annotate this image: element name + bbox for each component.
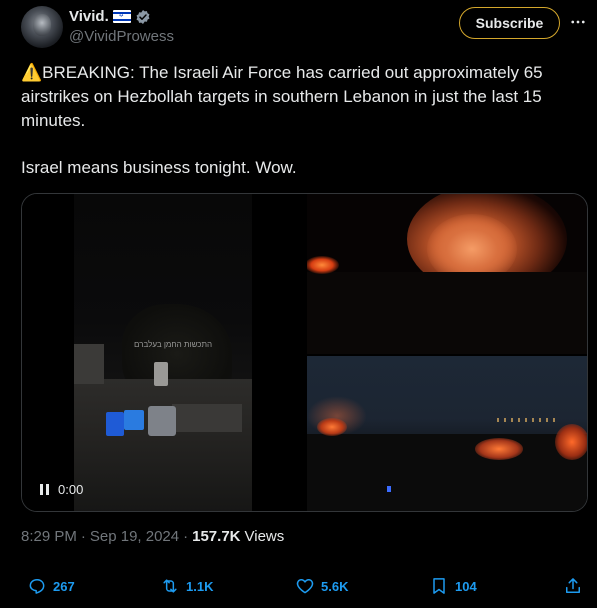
verified-badge-icon bbox=[136, 9, 150, 24]
reply-icon bbox=[29, 579, 45, 594]
repost-count: 1.1K bbox=[186, 578, 214, 594]
tweet-meta: 8:29 PM · Sep 19, 2024 · 157.7K Views bbox=[21, 528, 284, 545]
avatar[interactable] bbox=[21, 6, 63, 48]
video-top-right[interactable] bbox=[307, 194, 587, 354]
tweet-text-line1: ⚠️BREAKING: The Israeli Air Force has ca… bbox=[21, 63, 543, 130]
bookmark-icon bbox=[433, 578, 445, 594]
media-grid[interactable]: התכשות החמן בעלברם 0:00 bbox=[21, 193, 588, 512]
like-button[interactable]: 5.6K bbox=[295, 576, 348, 596]
views-count: 157.7K bbox=[192, 528, 241, 545]
author-display-name[interactable]: Vivid. bbox=[69, 8, 109, 25]
repost-button[interactable]: 1.1K bbox=[160, 576, 213, 596]
bookmark-button[interactable]: 104 bbox=[429, 576, 477, 596]
pause-icon[interactable] bbox=[40, 484, 50, 495]
meta-separator: · bbox=[80, 528, 86, 545]
reply-button[interactable]: 267 bbox=[27, 576, 75, 596]
video-left[interactable]: התכשות החמן בעלברם 0:00 bbox=[22, 194, 306, 511]
author-handle[interactable]: @VividProwess bbox=[69, 28, 174, 45]
action-bar: 267 1.1K 5.6K 104 bbox=[27, 576, 587, 600]
like-count: 5.6K bbox=[321, 578, 349, 594]
video-watermark: התכשות החמן בעלברם bbox=[134, 340, 213, 349]
author-name-row: Vivid. ✡ bbox=[69, 8, 151, 25]
views-label: Views bbox=[244, 528, 285, 545]
tweet-text-line2: Israel means business tonight. Wow. bbox=[21, 158, 297, 177]
tweet-date[interactable]: Sep 19, 2024 bbox=[90, 528, 179, 545]
tweet-time[interactable]: 8:29 PM bbox=[21, 528, 77, 545]
subscribe-button[interactable]: Subscribe bbox=[459, 7, 560, 39]
more-options-icon[interactable] bbox=[568, 12, 588, 32]
israel-flag-icon: ✡ bbox=[112, 10, 131, 23]
heart-icon bbox=[296, 579, 314, 594]
video-bottom-right[interactable] bbox=[307, 356, 587, 511]
video-timecode[interactable]: 0:00 bbox=[40, 482, 83, 497]
timecode-label: 0:00 bbox=[58, 482, 84, 497]
share-button[interactable] bbox=[563, 576, 583, 596]
tweet-text: ⚠️BREAKING: The Israeli Air Force has ca… bbox=[21, 61, 581, 180]
reply-count: 267 bbox=[53, 578, 75, 594]
share-icon bbox=[566, 578, 580, 593]
bookmark-count: 104 bbox=[455, 578, 477, 594]
meta-separator: · bbox=[183, 528, 189, 545]
repost-icon bbox=[163, 579, 177, 593]
